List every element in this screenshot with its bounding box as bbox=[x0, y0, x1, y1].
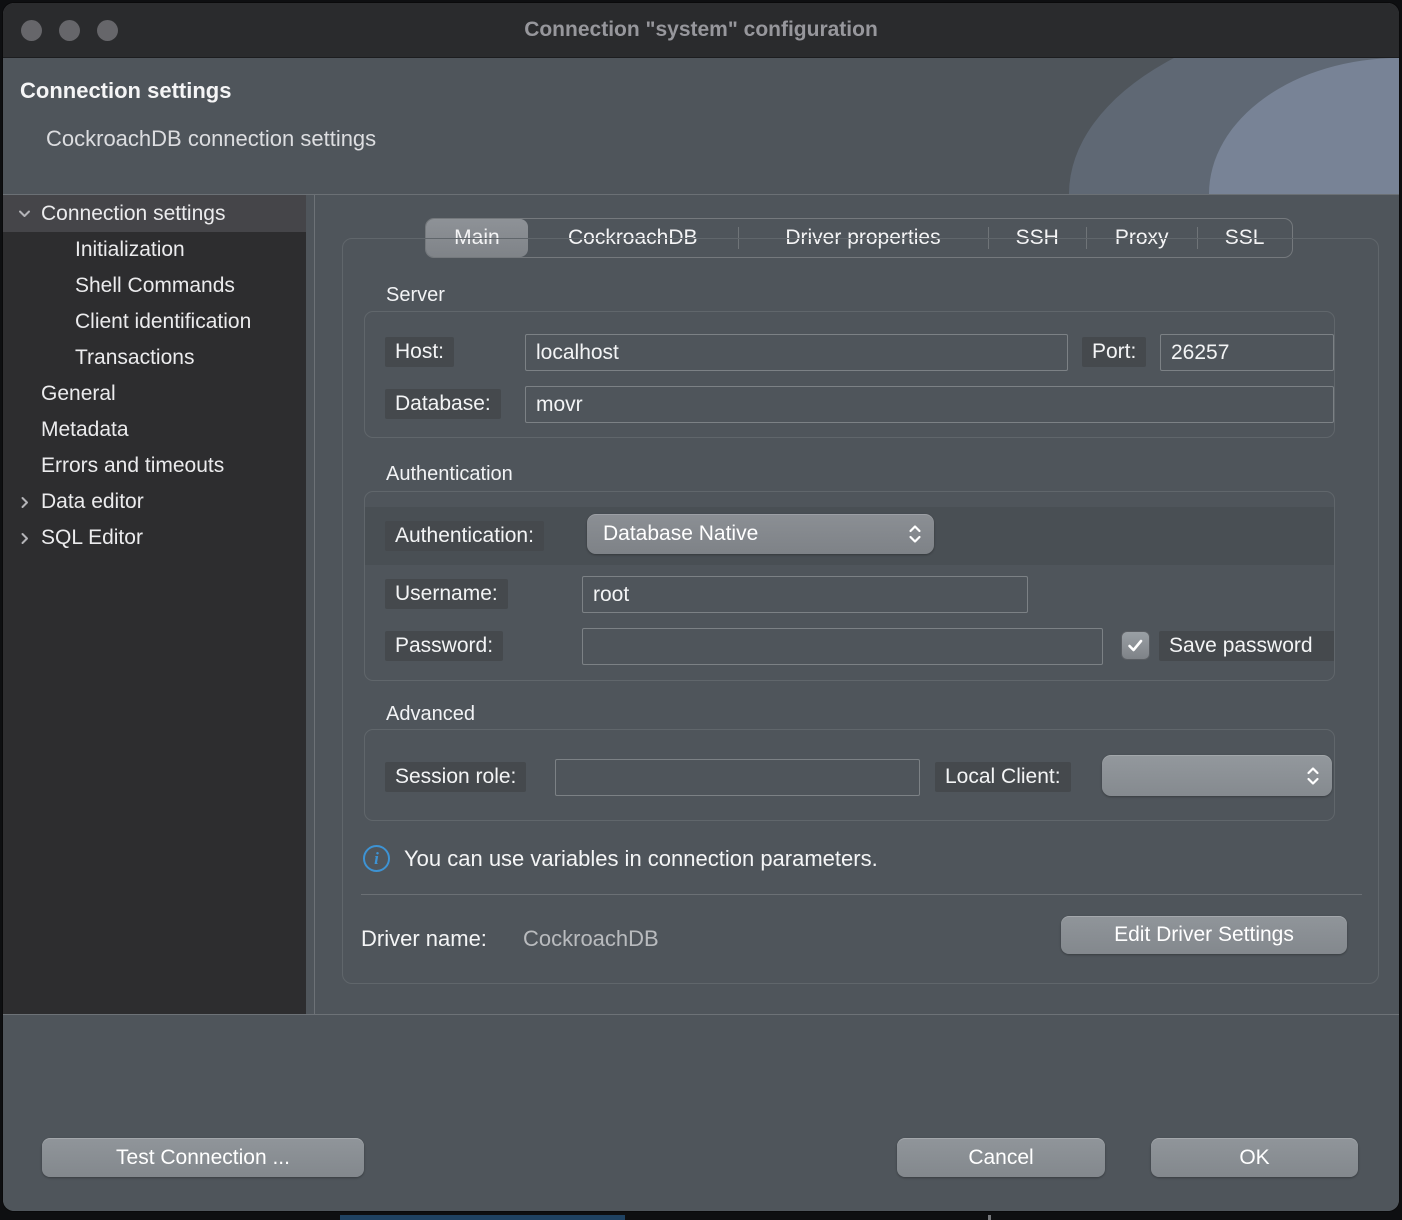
auth-group-legend: Authentication bbox=[386, 463, 513, 486]
chevron-right-icon[interactable] bbox=[7, 495, 41, 510]
database-label: Database: bbox=[385, 389, 501, 419]
tree-item-label: SQL Editor bbox=[41, 526, 143, 550]
server-group: Host: Port: Database: bbox=[364, 311, 1335, 438]
driver-name-value: CockroachDB bbox=[523, 926, 659, 952]
tree-item-label: Errors and timeouts bbox=[41, 454, 224, 478]
port-input[interactable] bbox=[1160, 334, 1334, 371]
close-window-icon[interactable] bbox=[21, 20, 42, 41]
updown-chevron-icon bbox=[908, 523, 922, 545]
tree-item-sql-editor[interactable]: SQL Editor bbox=[3, 520, 306, 556]
dialog-footer: Test Connection ... Cancel OK bbox=[3, 1015, 1399, 1211]
server-group-legend: Server bbox=[386, 284, 445, 307]
chevron-down-icon[interactable] bbox=[7, 206, 41, 221]
tree-item-label: Shell Commands bbox=[75, 274, 235, 298]
tree-item-client-identification[interactable]: Client identification bbox=[3, 304, 306, 340]
tree-item-metadata[interactable]: Metadata bbox=[3, 412, 306, 448]
tree-item-label: Metadata bbox=[41, 418, 129, 442]
minimize-window-icon[interactable] bbox=[59, 20, 80, 41]
panel-divider bbox=[361, 894, 1362, 895]
connection-config-dialog: Connection "system" configuration Connec… bbox=[3, 3, 1399, 1211]
tree-item-shell-commands[interactable]: Shell Commands bbox=[3, 268, 306, 304]
tree-item-label: Transactions bbox=[75, 346, 194, 370]
username-label: Username: bbox=[385, 579, 508, 609]
local-client-select[interactable] bbox=[1102, 755, 1332, 796]
tree-item-initialization[interactable]: Initialization bbox=[3, 232, 306, 268]
session-role-label: Session role: bbox=[385, 762, 526, 792]
updown-chevron-icon bbox=[1306, 765, 1320, 787]
page-title: Connection settings bbox=[20, 78, 231, 104]
session-role-input[interactable] bbox=[555, 759, 920, 796]
advanced-group-legend: Advanced bbox=[386, 703, 475, 726]
tree-item-connection-settings[interactable]: Connection settings bbox=[3, 195, 306, 232]
window-controls bbox=[21, 3, 118, 57]
authentication-selected-value: Database Native bbox=[603, 522, 758, 546]
tree-item-transactions[interactable]: Transactions bbox=[3, 340, 306, 376]
info-icon: i bbox=[363, 845, 390, 872]
save-password-label: Save password bbox=[1159, 631, 1335, 661]
tree-item-data-editor[interactable]: Data editor bbox=[3, 484, 306, 520]
info-message-row: i You can use variables in connection pa… bbox=[363, 845, 878, 872]
authentication-select[interactable]: Database Native bbox=[587, 514, 934, 554]
tree-item-label: Client identification bbox=[75, 310, 251, 334]
window-title: Connection "system" configuration bbox=[524, 18, 878, 42]
password-input[interactable] bbox=[582, 628, 1103, 665]
authentication-label: Authentication: bbox=[385, 521, 544, 551]
host-input[interactable] bbox=[525, 334, 1068, 371]
tree-item-errors-and-timeouts[interactable]: Errors and timeouts bbox=[3, 448, 306, 484]
desktop-sliver bbox=[340, 1215, 625, 1220]
test-connection-button[interactable]: Test Connection ... bbox=[42, 1138, 364, 1177]
edit-driver-settings-button[interactable]: Edit Driver Settings bbox=[1061, 916, 1347, 954]
page-header: Connection settings CockroachDB connecti… bbox=[3, 58, 1399, 195]
ok-button[interactable]: OK bbox=[1151, 1138, 1358, 1177]
database-input[interactable] bbox=[525, 386, 1334, 423]
main-tab-panel: Server Host: Port: Database: Authenticat… bbox=[342, 238, 1379, 984]
chevron-right-icon[interactable] bbox=[7, 531, 41, 546]
driver-name-label: Driver name: bbox=[361, 926, 487, 952]
check-icon bbox=[1126, 636, 1145, 655]
title-bar: Connection "system" configuration bbox=[3, 3, 1399, 58]
desktop-sliver bbox=[988, 1215, 991, 1220]
username-input[interactable] bbox=[582, 576, 1028, 613]
main-area: Main CockroachDB Driver properties SSH P… bbox=[315, 195, 1399, 1014]
tree-item-general[interactable]: General bbox=[3, 376, 306, 412]
port-label: Port: bbox=[1082, 337, 1146, 367]
cancel-button[interactable]: Cancel bbox=[897, 1138, 1105, 1177]
page-subtitle: CockroachDB connection settings bbox=[46, 126, 376, 152]
tree-item-label: General bbox=[41, 382, 116, 406]
info-message: You can use variables in connection para… bbox=[404, 846, 878, 872]
save-password-checkbox[interactable] bbox=[1121, 631, 1150, 660]
local-client-label: Local Client: bbox=[935, 762, 1071, 792]
advanced-group: Session role: Local Client: bbox=[364, 729, 1335, 821]
tree-item-label: Data editor bbox=[41, 490, 144, 514]
tree-item-label: Connection settings bbox=[41, 202, 225, 226]
password-label: Password: bbox=[385, 631, 503, 661]
settings-tree: Connection settings Initialization Shell… bbox=[3, 195, 306, 1014]
host-label: Host: bbox=[385, 337, 454, 367]
auth-group: Authentication: Database Native Username… bbox=[364, 491, 1335, 681]
tree-item-label: Initialization bbox=[75, 238, 185, 262]
zoom-window-icon[interactable] bbox=[97, 20, 118, 41]
